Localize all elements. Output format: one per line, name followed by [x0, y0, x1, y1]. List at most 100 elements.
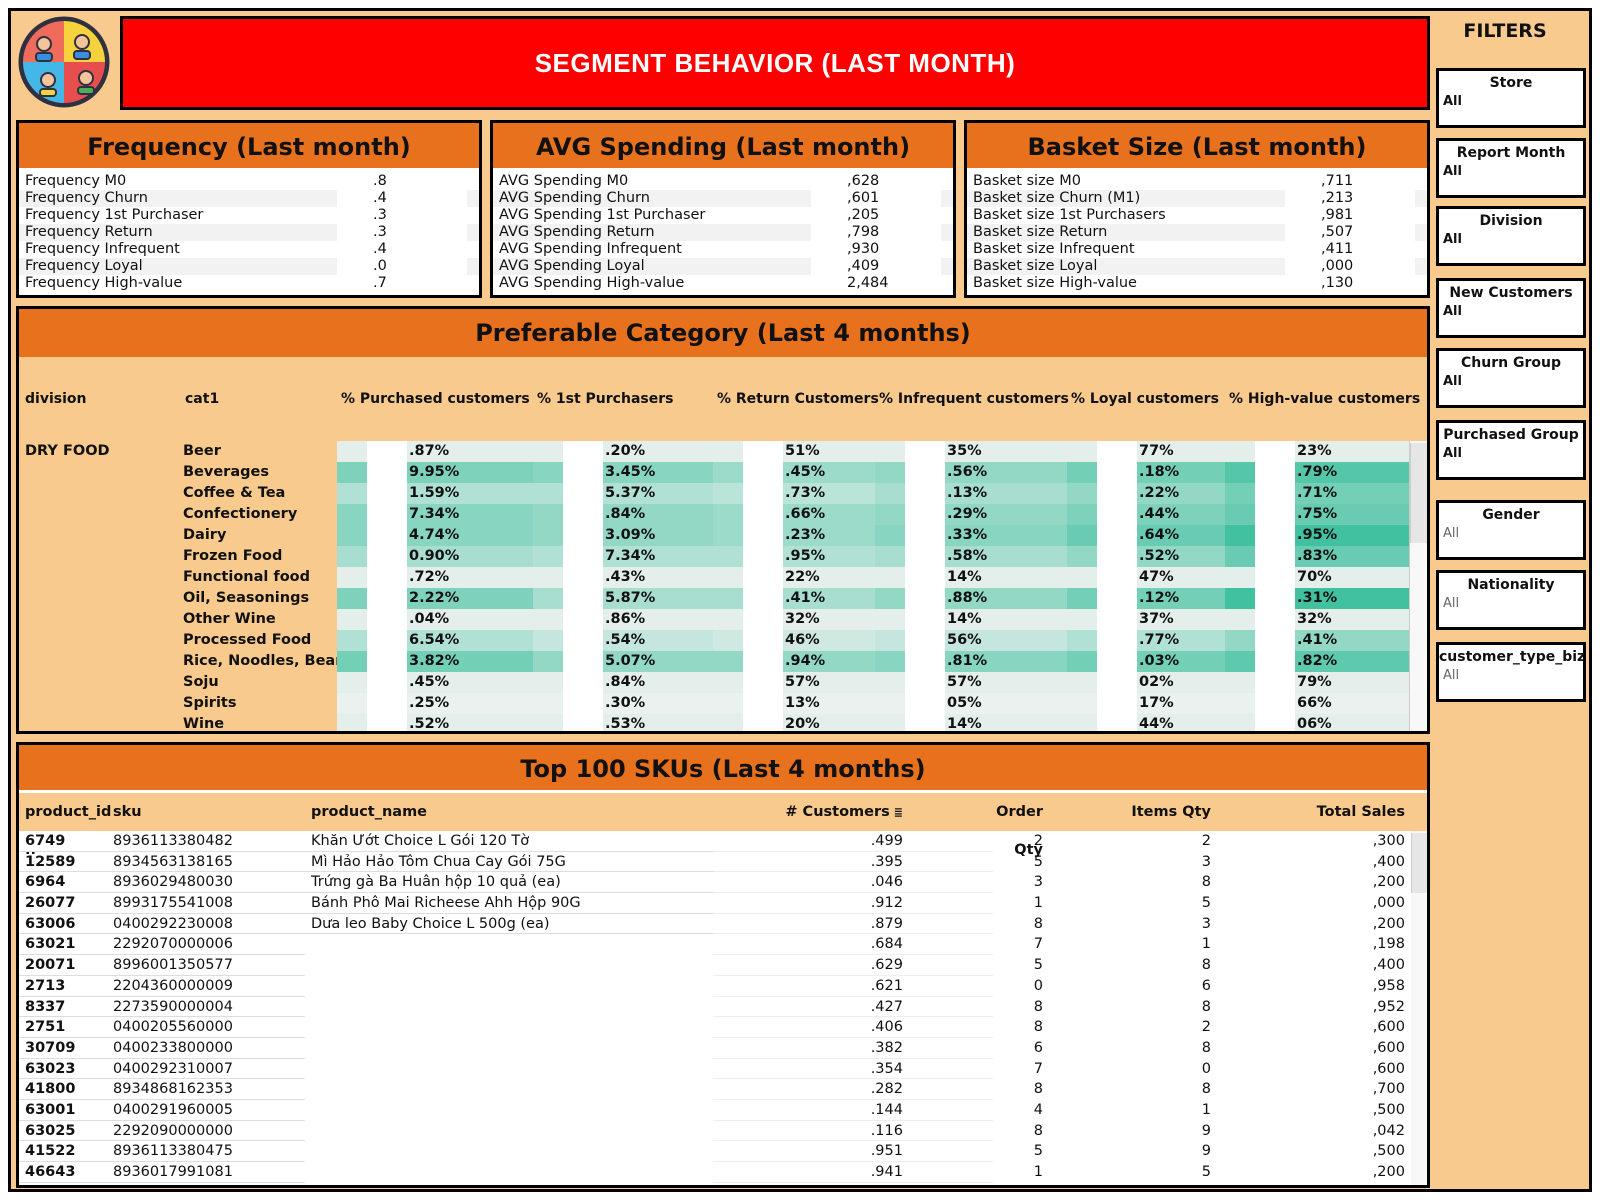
heatmap-cell[interactable]: .79%	[1225, 462, 1417, 483]
filter-new-customers[interactable]: New Customers All	[1436, 278, 1586, 338]
heatmap-cell[interactable]: .87%	[337, 441, 533, 462]
sku-row[interactable]: 63006 0400292230008 Dưa leo Baby Choice L …	[19, 913, 1427, 935]
heatmap-cell[interactable]: 0.90%	[337, 546, 533, 567]
sku-column-header[interactable]: # Customers ≣	[713, 793, 993, 831]
heatmap-cell[interactable]: 23%	[1225, 441, 1417, 462]
sku-row[interactable]: 63001 0400291960005 .144 4 1 ,500	[19, 1099, 1427, 1121]
heatmap-cell[interactable]: 13%	[713, 693, 875, 714]
sku-column-header[interactable]: Order Qty	[993, 793, 1093, 858]
heatmap-cell[interactable]: .44%	[1067, 504, 1225, 525]
filter-churn-group[interactable]: Churn Group All	[1436, 348, 1586, 408]
heatmap-cell[interactable]: .82%	[1225, 651, 1417, 672]
heatmap-cell[interactable]: 2.22%	[337, 588, 533, 609]
heatmap-cell[interactable]: .29%	[875, 504, 1067, 525]
sku-scrollbar[interactable]	[1411, 831, 1427, 1185]
sku-row[interactable]: 41522 8936113380475 .951 5 9 ,500	[19, 1141, 1427, 1162]
heatmap-cell[interactable]: 02%	[1067, 672, 1225, 693]
heatmap-cell[interactable]: .45%	[337, 672, 533, 693]
filter-value[interactable]: All	[1439, 374, 1583, 389]
filter-value[interactable]: All	[1439, 596, 1583, 611]
sku-row[interactable]: 2751 0400205560000 .406 8 2 ,600	[19, 1017, 1427, 1038]
sku-row[interactable]: 63021 2292070000006 .684 7 1 ,198	[19, 934, 1427, 956]
heatmap-cell[interactable]: 5.37%	[533, 483, 713, 504]
sku-row[interactable]: 12589 8934563138165 Mì Hảo Hảo Tôm Chua Ca…	[19, 851, 1427, 873]
sku-row[interactable]: 63025 2292090000000 .116 8 9 ,042	[19, 1120, 1427, 1142]
heatmap-cell[interactable]: 7.34%	[533, 546, 713, 567]
heatmap-cell[interactable]: 14%	[875, 714, 1067, 731]
heatmap-cell[interactable]: .53%	[533, 714, 713, 731]
heatmap-cell[interactable]: .84%	[533, 504, 713, 525]
heatmap-cell[interactable]: .33%	[875, 525, 1067, 546]
filter-value[interactable]: All	[1439, 232, 1583, 247]
heatmap-cell[interactable]: 37%	[1067, 609, 1225, 630]
heatmap-cell[interactable]: .13%	[875, 483, 1067, 504]
category-column-header[interactable]: % 1st Purchasers	[533, 391, 713, 407]
category-column-header[interactable]: % High-value customers	[1225, 391, 1420, 407]
heatmap-cell[interactable]: .03%	[1067, 651, 1225, 672]
heatmap-cell[interactable]: .41%	[713, 588, 875, 609]
category-scrollbar[interactable]	[1409, 441, 1427, 731]
category-column-header[interactable]: % Purchased customers	[337, 391, 533, 407]
filter-value[interactable]: All	[1439, 446, 1583, 461]
heatmap-cell[interactable]: 3.82%	[337, 651, 533, 672]
category-column-header[interactable]: % Loyal customers	[1067, 391, 1225, 407]
filter-purchased-group[interactable]: Purchased Group All	[1436, 420, 1586, 480]
heatmap-cell[interactable]: 1.59%	[337, 483, 533, 504]
filter-customer-type-biz[interactable]: customer_type_biz All	[1436, 642, 1586, 702]
filter-value[interactable]: All	[1439, 526, 1583, 541]
heatmap-cell[interactable]: .52%	[1067, 546, 1225, 567]
heatmap-cell[interactable]: 77%	[1067, 441, 1225, 462]
heatmap-cell[interactable]: 46%	[713, 630, 875, 651]
category-column-header[interactable]: % Infrequent customers	[875, 391, 1069, 407]
sku-row[interactable]: 41800 8934868162353 .282 8 8 ,700	[19, 1079, 1427, 1100]
heatmap-cell[interactable]: .95%	[1225, 525, 1417, 546]
heatmap-cell[interactable]: 20%	[713, 714, 875, 731]
heatmap-cell[interactable]: .77%	[1067, 630, 1225, 651]
heatmap-cell[interactable]: .94%	[713, 651, 875, 672]
heatmap-cell[interactable]: .86%	[533, 609, 713, 630]
heatmap-cell[interactable]: 57%	[713, 672, 875, 693]
heatmap-cell[interactable]: .83%	[1225, 546, 1417, 567]
heatmap-cell[interactable]: .12%	[1067, 588, 1225, 609]
sku-row[interactable]: 26077 8993175541008 Bánh Phô Mai Richeese …	[19, 893, 1427, 914]
heatmap-cell[interactable]: .75%	[1225, 504, 1417, 525]
heatmap-cell[interactable]: 79%	[1225, 672, 1417, 693]
category-column-header[interactable]: % Return Customers	[713, 391, 879, 407]
heatmap-cell[interactable]: .88%	[875, 588, 1067, 609]
heatmap-cell[interactable]: .20%	[533, 441, 713, 462]
heatmap-cell[interactable]: .41%	[1225, 630, 1417, 651]
heatmap-cell[interactable]: 9.95%	[337, 462, 533, 483]
filter-gender[interactable]: Gender All	[1436, 500, 1586, 560]
heatmap-cell[interactable]: .64%	[1067, 525, 1225, 546]
heatmap-cell[interactable]: 32%	[1225, 609, 1417, 630]
sku-row[interactable]: 6964 8936029480030 Trứng gà Ba Huân hộp 10…	[19, 872, 1427, 894]
heatmap-cell[interactable]: .81%	[875, 651, 1067, 672]
heatmap-cell[interactable]: .84%	[533, 672, 713, 693]
heatmap-cell[interactable]: .95%	[713, 546, 875, 567]
sku-row[interactable]: 20071 8996001350577 .629 5 8 ,400	[19, 955, 1427, 976]
sku-row[interactable]: 63023 0400292310007 .354 7 0 ,600	[19, 1058, 1427, 1080]
heatmap-cell[interactable]: .54%	[533, 630, 713, 651]
sku-column-header[interactable]: Items Qty	[1093, 793, 1253, 831]
heatmap-cell[interactable]: 35%	[875, 441, 1067, 462]
heatmap-cell[interactable]: .73%	[713, 483, 875, 504]
heatmap-cell[interactable]: .66%	[713, 504, 875, 525]
heatmap-cell[interactable]: .04%	[337, 609, 533, 630]
heatmap-cell[interactable]: 22%	[713, 567, 875, 588]
sku-row[interactable]: 2713 2204360000009 .621 0 6 ,958	[19, 975, 1427, 997]
filter-value[interactable]: All	[1439, 164, 1583, 179]
heatmap-cell[interactable]: 4.74%	[337, 525, 533, 546]
heatmap-cell[interactable]: 7.34%	[337, 504, 533, 525]
heatmap-cell[interactable]: 56%	[875, 630, 1067, 651]
filter-division[interactable]: Division All	[1436, 206, 1586, 266]
heatmap-cell[interactable]: .71%	[1225, 483, 1417, 504]
sku-column-header[interactable]: sku	[113, 793, 305, 831]
filter-report-month[interactable]: Report Month All	[1436, 138, 1586, 198]
sku-column-header[interactable]: Total Sales	[1253, 793, 1411, 831]
heatmap-cell[interactable]: .43%	[533, 567, 713, 588]
heatmap-cell[interactable]: .45%	[713, 462, 875, 483]
heatmap-cell[interactable]: .22%	[1067, 483, 1225, 504]
sort-descending-icon[interactable]: ≣	[894, 794, 903, 832]
heatmap-cell[interactable]: 44%	[1067, 714, 1225, 731]
heatmap-cell[interactable]: 06%	[1225, 714, 1417, 731]
